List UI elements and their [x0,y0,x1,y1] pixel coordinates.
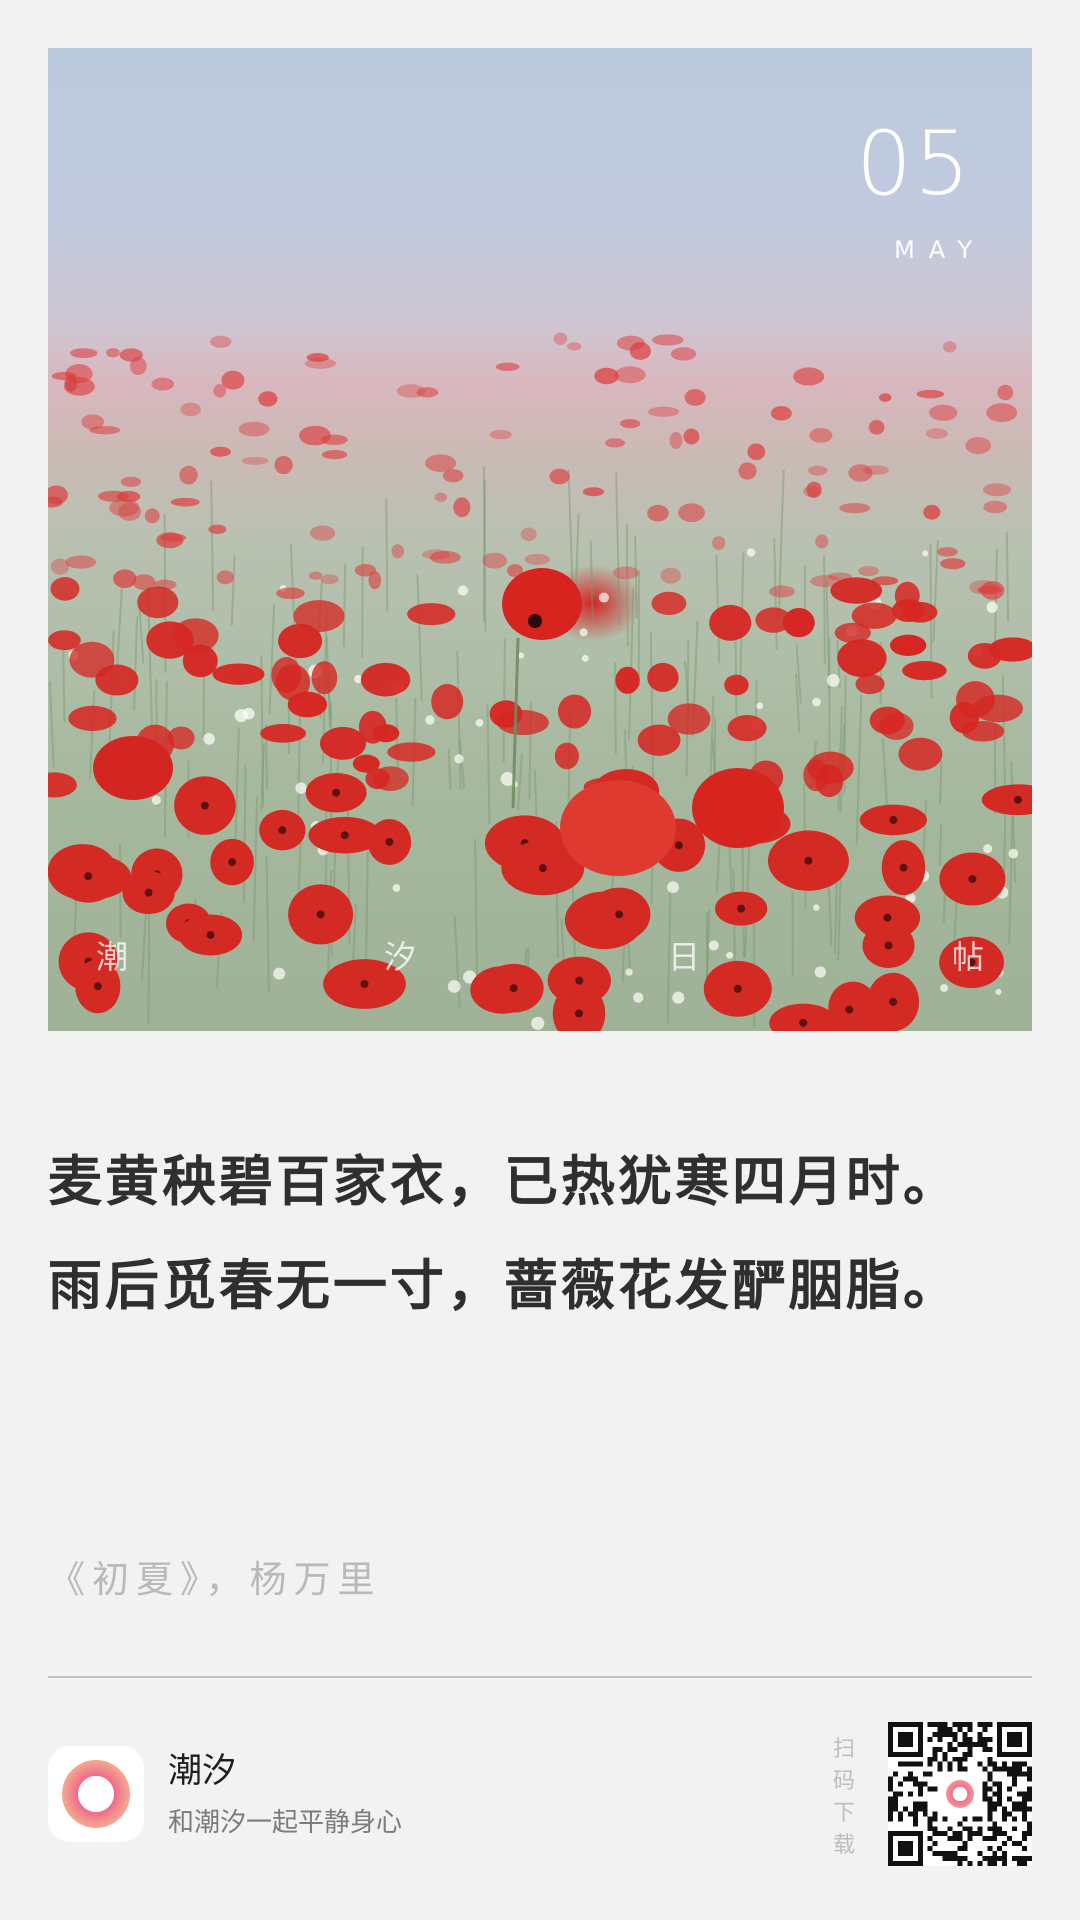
date-day: 05 [856,112,972,215]
poem: 麦黄秧碧百家衣，已热犹寒四月时。 雨后觅春无一寸，蔷薇花发酽胭脂。 [48,1140,1038,1348]
watermark-char-4: 帖 [952,938,985,976]
tide-ring-icon [62,1760,130,1828]
poem-line-1: 麦黄秧碧百家衣，已热犹寒四月时。 [48,1150,960,1213]
app-name: 潮汐 [168,1751,236,1791]
scan-label-char: 载 [832,1833,855,1858]
scan-label-char: 下 [832,1801,855,1826]
poem-source: 《初夏》，杨万里 [48,1558,382,1601]
qr-code[interactable] [888,1722,1032,1866]
watermark-char-3: 日 [668,938,701,976]
hero-photo: 05 MAY 潮 汐 日 帖 [48,48,1032,1031]
poem-line-2: 雨后觅春无一寸，蔷薇花发酽胭脂。 [48,1254,960,1317]
scan-label-char: 扫 [832,1737,855,1762]
qr-logo-icon [940,1774,980,1814]
divider [48,1676,1032,1678]
watermark-char-1: 潮 [96,938,129,976]
scan-to-download-label: 扫 码 下 载 [830,1734,858,1862]
scan-label-char: 码 [832,1769,855,1794]
app-logo-icon[interactable] [48,1746,144,1842]
watermark-char-2: 汐 [384,938,417,976]
date-month: MAY [894,236,986,264]
share-card: 05 MAY 潮 汐 日 帖 麦黄秧碧百家衣，已热犹寒四月时。 雨后觅春无一寸，… [0,0,1080,1920]
app-slogan: 和潮汐一起平静身心 [168,1808,403,1838]
